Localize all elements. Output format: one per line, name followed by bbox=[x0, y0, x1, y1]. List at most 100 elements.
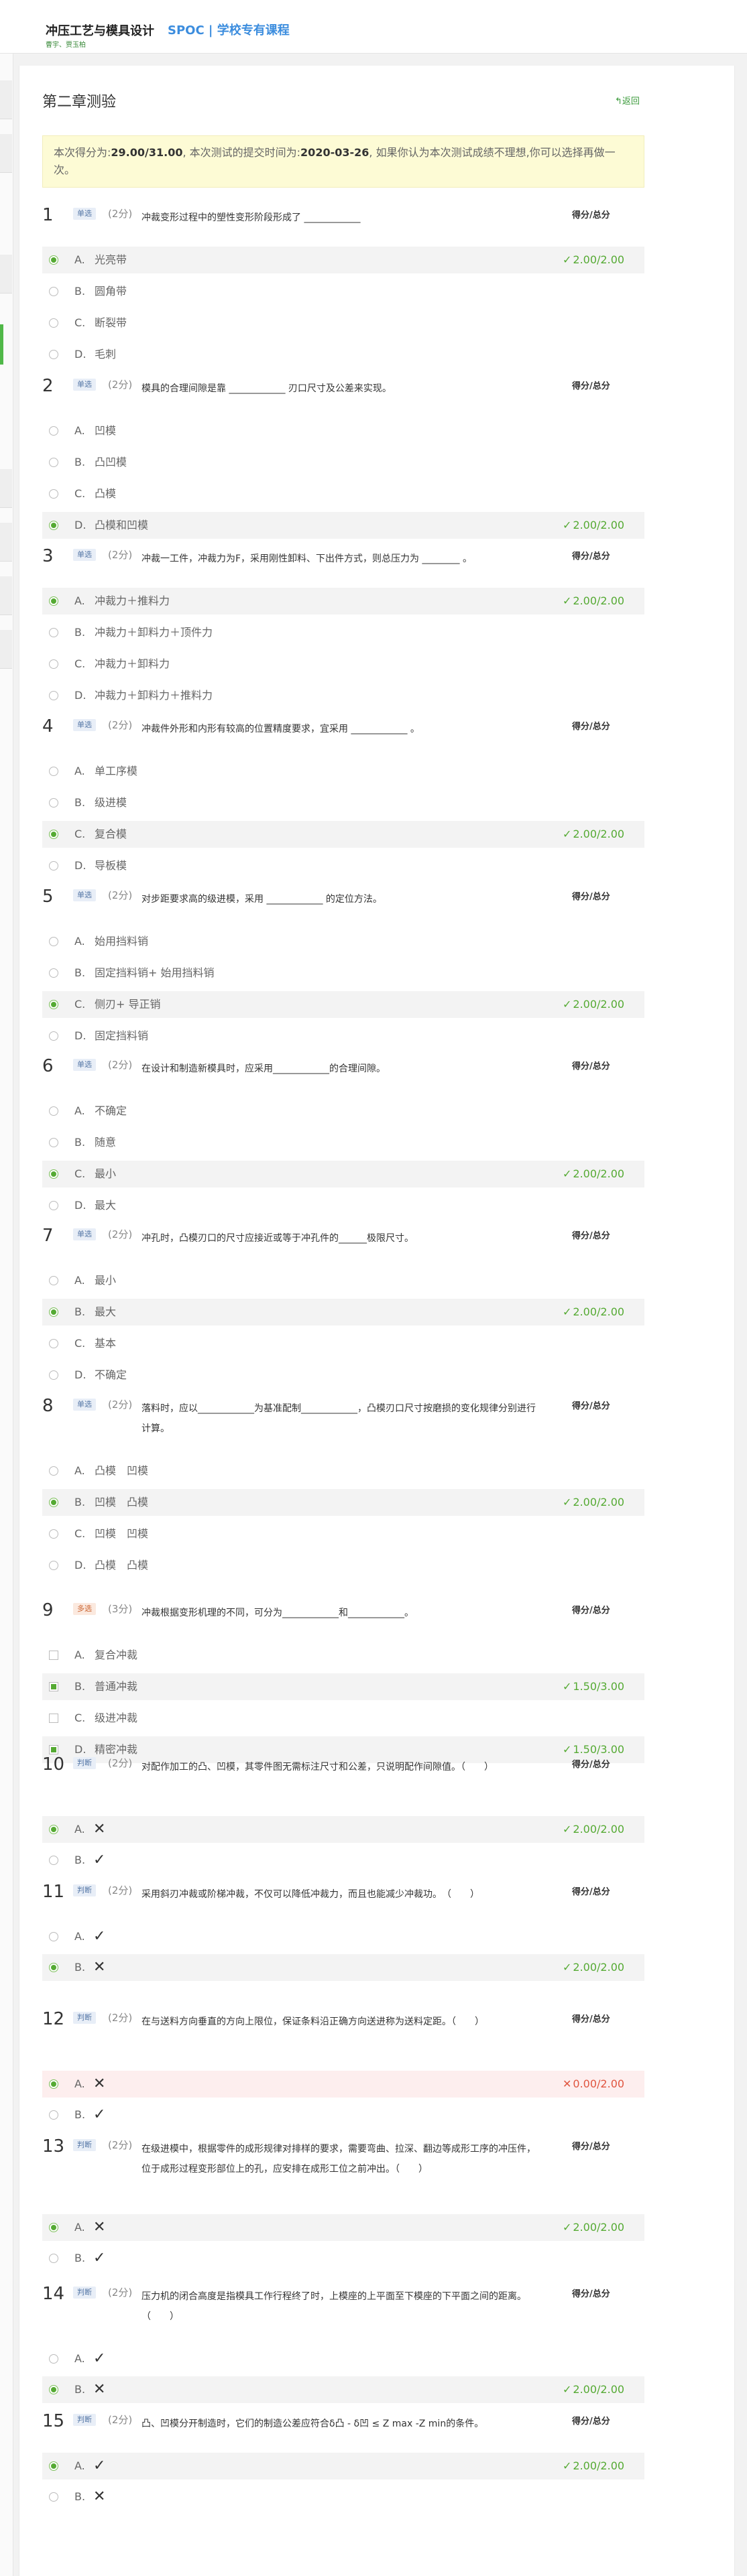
back-link[interactable]: ↰返回 bbox=[615, 94, 640, 107]
answer-option[interactable]: C. 最小 ✓ 2.00/2.00 bbox=[42, 1161, 644, 1187]
answer-option[interactable]: B. ✕ ✓ 2.00/2.00 bbox=[42, 1954, 644, 1981]
answer-option[interactable]: C. 基本 bbox=[42, 1330, 644, 1357]
option-checkbox[interactable] bbox=[49, 1714, 58, 1723]
option-radio[interactable] bbox=[49, 596, 58, 606]
option-radio[interactable] bbox=[49, 1031, 58, 1041]
option-radio[interactable] bbox=[49, 2354, 58, 2364]
answer-option[interactable]: A. ✓ bbox=[42, 2345, 644, 2372]
option-radio[interactable] bbox=[49, 1932, 58, 1941]
answer-option[interactable]: B. ✓ bbox=[42, 2245, 644, 2272]
answer-option[interactable]: D. 毛刺 bbox=[42, 341, 644, 368]
sidebar-item[interactable] bbox=[0, 576, 12, 615]
option-radio[interactable] bbox=[49, 1276, 58, 1285]
answer-option[interactable]: D. 冲裁力＋卸料力＋推料力 bbox=[42, 682, 644, 709]
option-radio[interactable] bbox=[49, 659, 58, 669]
option-radio[interactable] bbox=[49, 1529, 58, 1539]
option-radio[interactable] bbox=[49, 1963, 58, 1972]
option-radio[interactable] bbox=[49, 1825, 58, 1834]
option-radio[interactable] bbox=[49, 2461, 58, 2471]
answer-option[interactable]: B. 最大 ✓ 2.00/2.00 bbox=[42, 1299, 644, 1326]
answer-option[interactable]: A. 不确定 bbox=[42, 1098, 644, 1124]
option-radio[interactable] bbox=[49, 255, 58, 265]
option-radio[interactable] bbox=[49, 318, 58, 328]
option-radio[interactable] bbox=[49, 1856, 58, 1865]
answer-option[interactable]: A. ✕ ✓ 2.00/2.00 bbox=[42, 1816, 644, 1843]
option-radio[interactable] bbox=[49, 2492, 58, 2502]
answer-option[interactable]: A. ✕ ✓ 2.00/2.00 bbox=[42, 2214, 644, 2241]
option-radio[interactable] bbox=[49, 521, 58, 530]
option-radio[interactable] bbox=[49, 691, 58, 700]
answer-option[interactable]: B. 固定挡料销+ 始用挡料销 bbox=[42, 960, 644, 986]
option-radio[interactable] bbox=[49, 426, 58, 436]
option-radio[interactable] bbox=[49, 830, 58, 839]
answer-option[interactable]: C. 凸模 bbox=[42, 480, 644, 507]
answer-option[interactable]: C. 断裂带 bbox=[42, 310, 644, 336]
answer-option[interactable]: A. 凹模 bbox=[42, 417, 644, 444]
option-radio[interactable] bbox=[49, 1106, 58, 1116]
option-radio[interactable] bbox=[49, 1561, 58, 1570]
option-checkbox[interactable] bbox=[49, 1745, 58, 1754]
option-radio[interactable] bbox=[49, 1000, 58, 1009]
answer-option[interactable]: B. 普通冲裁 ✓ 1.50/3.00 bbox=[42, 1673, 644, 1700]
option-radio[interactable] bbox=[49, 350, 58, 359]
answer-option[interactable]: D. 固定挡料销 bbox=[42, 1023, 644, 1049]
answer-option[interactable]: C. 冲裁力＋卸料力 bbox=[42, 651, 644, 678]
sidebar-item[interactable] bbox=[0, 630, 12, 669]
option-radio[interactable] bbox=[49, 861, 58, 871]
option-radio[interactable] bbox=[49, 2110, 58, 2120]
answer-option[interactable]: A. ✓ ✓ 2.00/2.00 bbox=[42, 2453, 644, 2480]
sidebar-item[interactable] bbox=[0, 469, 12, 508]
answer-option[interactable]: A. ✓ bbox=[42, 1923, 644, 1950]
answer-option[interactable]: D. 凸模 凸模 bbox=[42, 1552, 644, 1579]
answer-option[interactable]: C. 级进冲裁 bbox=[42, 1705, 644, 1732]
answer-option[interactable]: B. 随意 bbox=[42, 1129, 644, 1156]
option-radio[interactable] bbox=[49, 1169, 58, 1179]
option-radio[interactable] bbox=[49, 1201, 58, 1210]
answer-option[interactable]: A. 冲裁力＋推料力 ✓ 2.00/2.00 bbox=[42, 588, 644, 615]
option-radio[interactable] bbox=[49, 628, 58, 637]
sidebar-item[interactable] bbox=[0, 134, 12, 173]
option-radio[interactable] bbox=[49, 2385, 58, 2394]
option-radio[interactable] bbox=[49, 937, 58, 946]
answer-option[interactable]: B. 级进模 bbox=[42, 789, 644, 816]
answer-option[interactable]: B. 凹模 凸模 ✓ 2.00/2.00 bbox=[42, 1489, 644, 1516]
option-radio[interactable] bbox=[49, 1498, 58, 1507]
option-radio[interactable] bbox=[49, 968, 58, 978]
option-radio[interactable] bbox=[49, 1138, 58, 1147]
option-radio[interactable] bbox=[49, 2079, 58, 2089]
answer-option[interactable]: A. ✕ ✕ 0.00/2.00 bbox=[42, 2071, 644, 2098]
option-radio[interactable] bbox=[49, 798, 58, 808]
answer-option[interactable]: D. 最大 bbox=[42, 1192, 644, 1219]
option-checkbox[interactable] bbox=[49, 1651, 58, 1660]
answer-option[interactable]: B. 冲裁力＋卸料力＋顶件力 bbox=[42, 619, 644, 646]
option-radio[interactable] bbox=[49, 1370, 58, 1380]
answer-option[interactable]: A. 复合冲裁 bbox=[42, 1642, 644, 1669]
answer-option[interactable]: A. 始用挡料销 bbox=[42, 928, 644, 955]
answer-option[interactable]: A. 凸模 凹模 bbox=[42, 1458, 644, 1484]
sidebar-item[interactable] bbox=[0, 255, 12, 294]
sidebar-item[interactable] bbox=[0, 80, 12, 119]
option-radio[interactable] bbox=[49, 2223, 58, 2232]
option-radio[interactable] bbox=[49, 287, 58, 296]
answer-option[interactable]: C. 复合模 ✓ 2.00/2.00 bbox=[42, 821, 644, 848]
answer-option[interactable]: C. 侧刃+ 导正销 ✓ 2.00/2.00 bbox=[42, 991, 644, 1018]
option-radio[interactable] bbox=[49, 767, 58, 776]
answer-option[interactable]: B. 凸凹模 bbox=[42, 449, 644, 476]
answer-option[interactable]: C. 凹模 凹模 bbox=[42, 1521, 644, 1547]
answer-option[interactable]: B. ✓ bbox=[42, 1847, 644, 1874]
answer-option[interactable]: B. 圆角带 bbox=[42, 278, 644, 305]
answer-option[interactable]: A. 最小 bbox=[42, 1267, 644, 1294]
sidebar-item[interactable] bbox=[0, 523, 12, 562]
option-radio[interactable] bbox=[49, 1339, 58, 1348]
answer-option[interactable]: B. ✕ ✓ 2.00/2.00 bbox=[42, 2376, 644, 2403]
option-radio[interactable] bbox=[49, 458, 58, 467]
option-radio[interactable] bbox=[49, 2254, 58, 2263]
option-checkbox[interactable] bbox=[49, 1682, 58, 1691]
option-radio[interactable] bbox=[49, 1466, 58, 1476]
answer-option[interactable]: D. 凸模和凹模 ✓ 2.00/2.00 bbox=[42, 512, 644, 539]
answer-option[interactable]: B. ✕ bbox=[42, 2484, 644, 2510]
course-title[interactable]: 冲压工艺与模具设计 bbox=[46, 21, 154, 39]
answer-option[interactable]: A. 光亮带 ✓ 2.00/2.00 bbox=[42, 247, 644, 273]
answer-option[interactable]: D. 导板模 bbox=[42, 852, 644, 879]
option-radio[interactable] bbox=[49, 1307, 58, 1317]
